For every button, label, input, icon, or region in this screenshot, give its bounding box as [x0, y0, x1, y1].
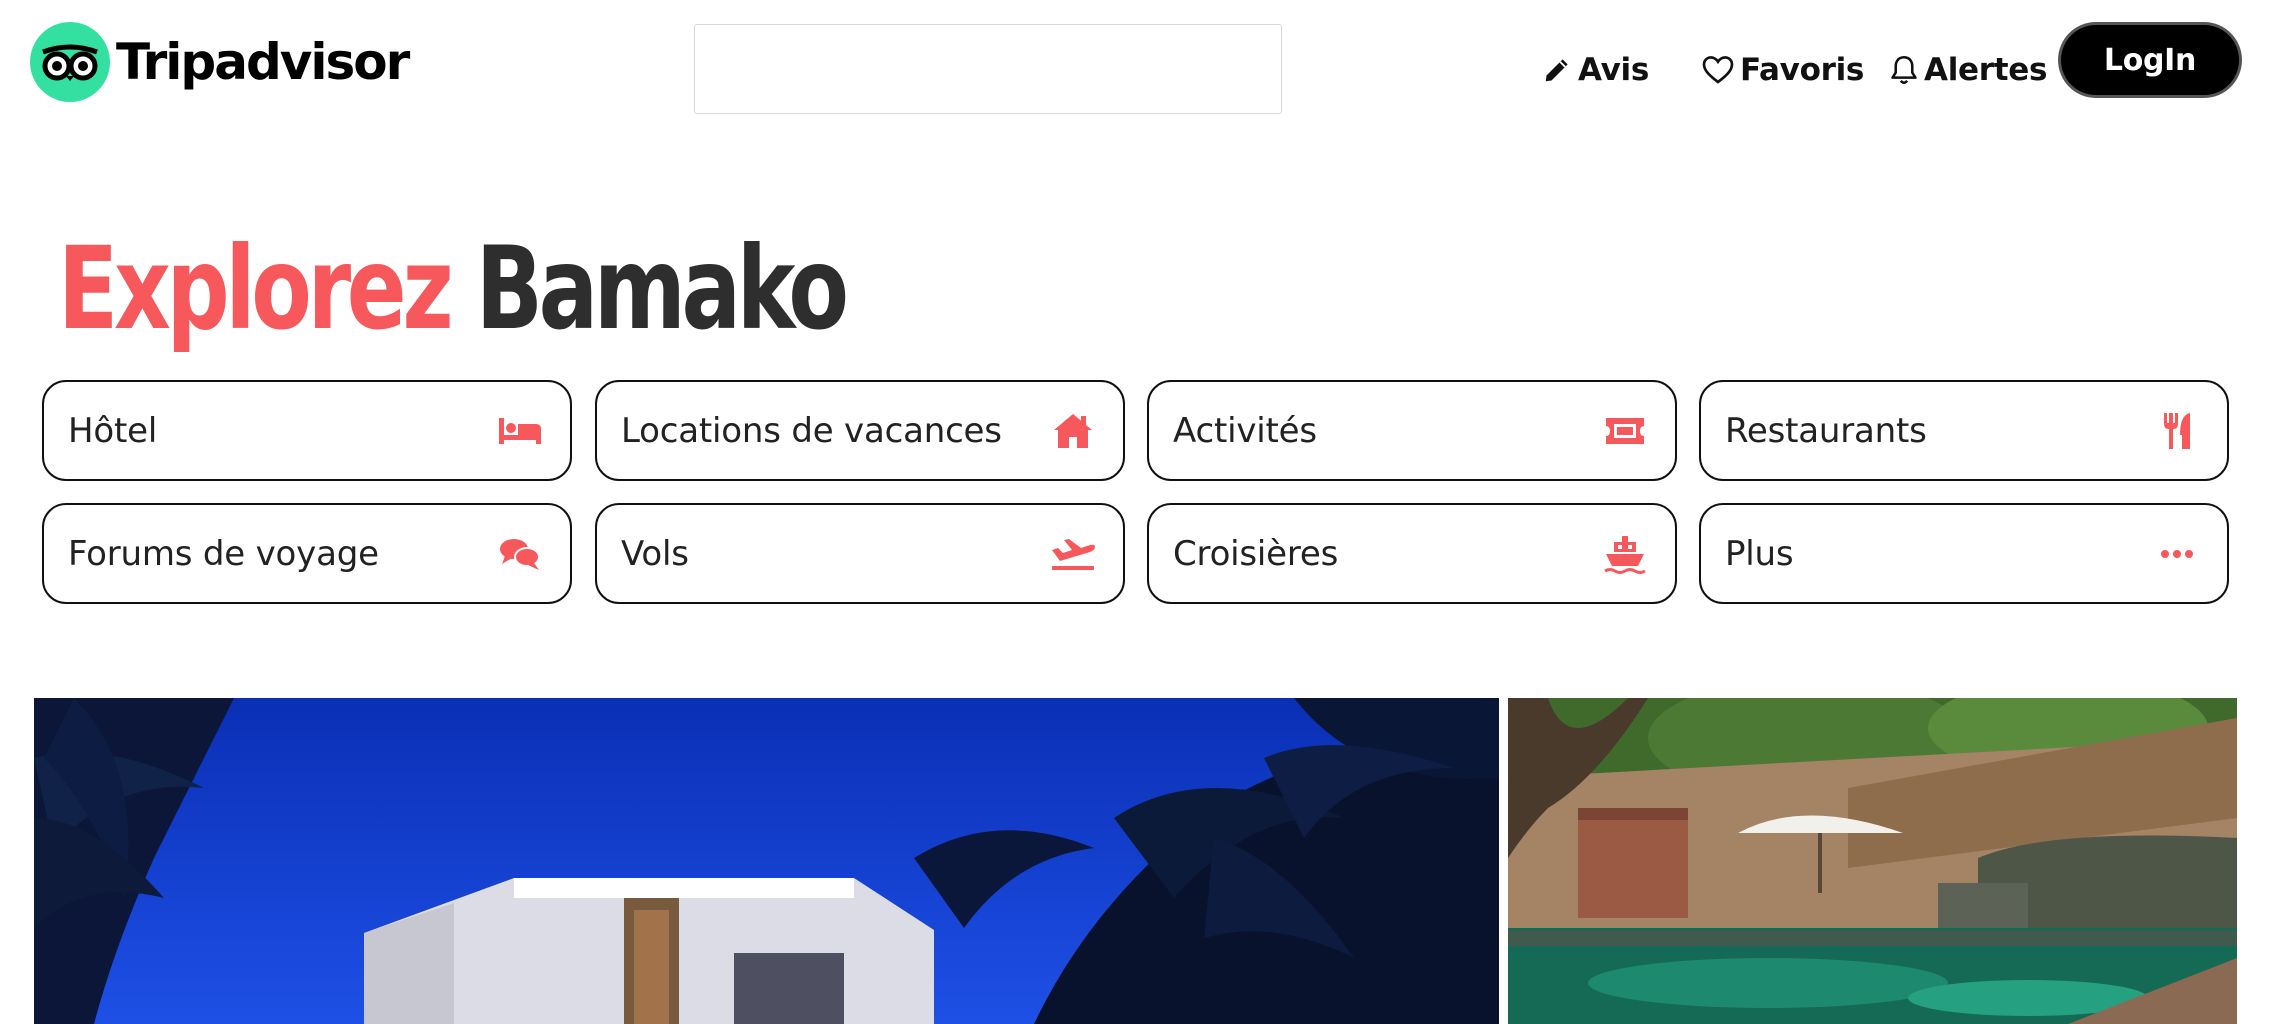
plane-departure-icon: [1049, 530, 1097, 578]
ellipsis-icon: [2153, 530, 2201, 578]
category-label: Vols: [621, 533, 689, 574]
category-label: Plus: [1725, 533, 1794, 574]
bed-icon: [496, 407, 544, 455]
category-label: Hôtel: [68, 410, 158, 451]
title-accent: Explorez: [58, 222, 454, 355]
nav-favorites[interactable]: Favoris: [1702, 24, 1864, 116]
category-label: Locations de vacances: [621, 410, 1002, 451]
house-icon: [1049, 407, 1097, 455]
top-header: Tripadvisor Avis Favoris Alertes LogIn: [0, 0, 2270, 130]
bell-icon: [1891, 56, 1917, 84]
nav-alerts[interactable]: Alertes: [1890, 24, 2047, 116]
category-label: Activités: [1173, 410, 1317, 451]
category-more[interactable]: Plus: [1699, 503, 2229, 604]
hero-photo-hotel[interactable]: [34, 698, 1499, 1024]
ship-icon: [1601, 530, 1649, 578]
category-flights[interactable]: Vols: [595, 503, 1125, 604]
nav-reviews[interactable]: Avis: [1542, 24, 1649, 116]
tripadvisor-logo[interactable]: Tripadvisor: [30, 22, 410, 102]
category-cruises[interactable]: Croisières: [1147, 503, 1677, 604]
category-vacation-rentals[interactable]: Locations de vacances: [595, 380, 1125, 481]
category-travel-forums[interactable]: Forums de voyage: [42, 503, 572, 604]
category-label: Forums de voyage: [68, 533, 379, 574]
title-place: Bamako: [475, 222, 849, 355]
nav-reviews-label: Avis: [1578, 52, 1649, 88]
owl-logo-icon: [30, 22, 110, 102]
login-button[interactable]: LogIn: [2061, 25, 2239, 95]
nav-alerts-label: Alertes: [1924, 52, 2048, 88]
search-input[interactable]: [695, 25, 1281, 113]
ticket-icon: [1601, 407, 1649, 455]
category-hotel[interactable]: Hôtel: [42, 380, 572, 481]
search-box[interactable]: [694, 24, 1282, 114]
hero-photo-pool[interactable]: [1508, 698, 2237, 1024]
heart-icon: [1702, 56, 1734, 84]
pencil-icon: [1545, 59, 1568, 82]
nav-favorites-label: Favoris: [1740, 52, 1865, 88]
category-restaurants[interactable]: Restaurants: [1699, 380, 2229, 481]
utensils-icon: [2153, 407, 2201, 455]
page-title: Explorez Bamako: [58, 222, 849, 355]
category-label: Croisières: [1173, 533, 1339, 574]
chat-bubbles-icon: [496, 530, 544, 578]
category-activities[interactable]: Activités: [1147, 380, 1677, 481]
logo-text: Tripadvisor: [116, 33, 410, 91]
category-label: Restaurants: [1725, 410, 1927, 451]
